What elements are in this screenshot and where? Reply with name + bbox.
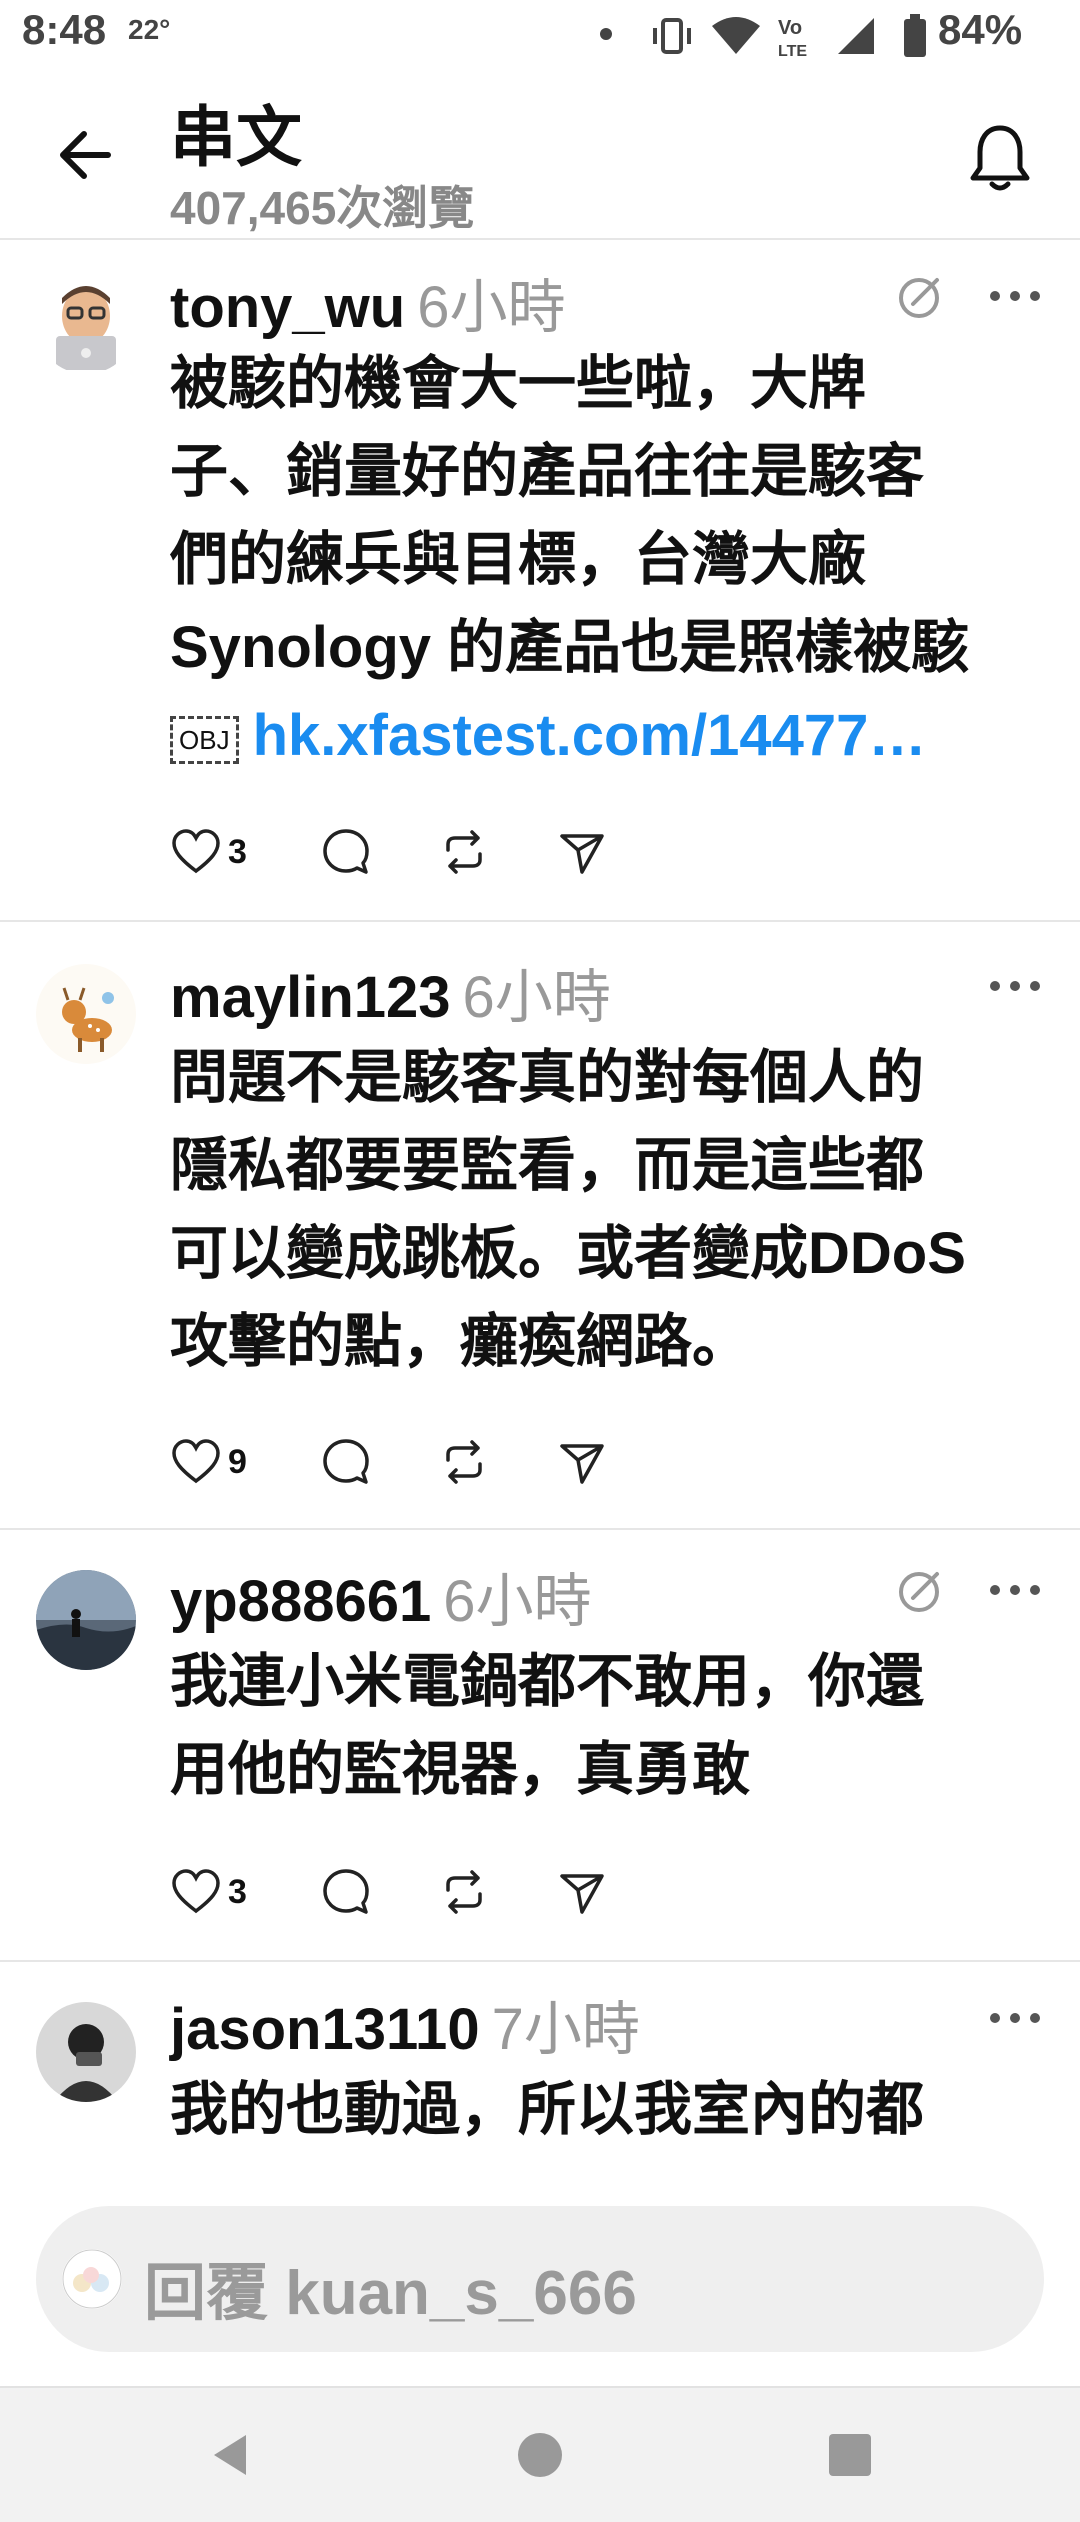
post-content: 被駭的機會大一些啦，大牌 子、銷量好的產品往往是駭客 們的練兵與目標，台灣大廠 … [170, 340, 1040, 780]
more-options-icon[interactable] [985, 966, 1045, 1006]
content-line: 我連小米電鍋都不敢用，你還 [170, 1649, 925, 1714]
battery-percent: 84% [938, 6, 1023, 53]
content-line: 隱私都要要監看，而是這些都 [170, 1133, 925, 1198]
post-actions: 9 [170, 1432, 770, 1492]
post-time: 7小時 [491, 1997, 640, 2062]
heart-icon[interactable] [170, 1866, 222, 1918]
heart-icon[interactable] [170, 826, 222, 878]
like-count: 9 [228, 1442, 247, 1481]
post-actions: 3 [170, 822, 770, 882]
view-count: 407,465次瀏覽 [170, 182, 475, 234]
comment-icon[interactable] [320, 826, 372, 878]
post-time: 6小時 [417, 275, 566, 340]
repost-button[interactable] [438, 822, 490, 882]
content-line: 們的練兵與目標，台灣大廠 [170, 527, 867, 592]
content-line: 用他的監視器，真勇敢 [170, 1737, 751, 1802]
more-options-icon[interactable] [985, 1998, 1045, 2038]
post-link[interactable]: hk.xfastest.com/14477… [253, 703, 927, 768]
nav-recents-icon[interactable] [815, 2420, 885, 2490]
edit-history-icon[interactable] [895, 1564, 947, 1616]
object-placeholder-icon: OBJ [170, 715, 239, 764]
repost-icon[interactable] [438, 826, 490, 878]
repost-icon[interactable] [438, 1866, 490, 1918]
deer-avatar[interactable] [36, 964, 136, 1064]
repost-icon[interactable] [438, 1436, 490, 1488]
send-icon[interactable] [556, 826, 608, 878]
comment-button[interactable] [320, 1432, 372, 1492]
username-text[interactable]: jason13110 [170, 1997, 480, 2062]
share-button[interactable] [556, 1862, 608, 1922]
comment-button[interactable] [320, 822, 372, 882]
like-button[interactable]: 9 [170, 1432, 247, 1492]
comment-icon[interactable] [320, 1866, 372, 1918]
post-item: maylin123 6小時 問題不是駭客真的對每個人的 隱私都要要監看，而是這些都… [0, 920, 1080, 1530]
reply-placeholder[interactable]: 回覆 kuan_s_666 [144, 2242, 637, 2332]
notification-dot-icon [600, 28, 612, 40]
post-item: jason13110 7小時 我的也動過，所以我室內的都 [0, 1960, 1080, 2180]
content-line: 子、銷量好的產品往往是駭客 [170, 439, 925, 504]
content-line: 我的也動過，所以我室內的都 [170, 2077, 925, 2142]
post-time: 6小時 [462, 965, 611, 1030]
heart-icon[interactable] [170, 1436, 222, 1488]
silhouette-landscape-avatar[interactable] [36, 1570, 136, 1670]
laptop-memoji-avatar[interactable] [36, 274, 136, 374]
vibrate-icon [653, 18, 691, 54]
comment-button[interactable] [320, 1862, 372, 1922]
content-line: 攻擊的點，癱瘓網路。 [170, 1309, 751, 1374]
content-line: 可以變成跳板。或者變成DDoS [170, 1221, 966, 1286]
user-avatar [62, 2249, 122, 2309]
post-content: 我連小米電鍋都不敢用，你還 用他的監視器，真勇敢 [170, 1638, 1040, 1814]
back-arrow-icon[interactable] [50, 120, 120, 190]
bell-icon[interactable] [960, 118, 1040, 198]
like-button[interactable]: 3 [170, 822, 247, 882]
post-content: 我的也動過，所以我室內的都 [170, 2066, 1040, 2154]
post-item: tony_wu 6小時 被駭的機會大一些啦，大牌 子、銷量好的產品往往是駭客 們的… [0, 240, 1080, 922]
share-button[interactable] [556, 822, 608, 882]
photo-avatar[interactable] [36, 2002, 136, 2102]
post-username[interactable]: maylin123 6小時 [170, 950, 611, 1034]
svg-text:Vo: Vo [778, 17, 802, 39]
send-icon[interactable] [556, 1436, 608, 1488]
post-content: 問題不是駭客真的對每個人的 隱私都要要監看，而是這些都 可以變成跳板。或者變成D… [170, 1034, 1040, 1386]
post-username[interactable]: jason13110 7小時 [170, 1982, 640, 2066]
reply-input[interactable]: 回覆 kuan_s_666 [36, 2206, 1044, 2352]
nav-back-icon[interactable] [196, 2420, 266, 2490]
like-count: 3 [228, 1872, 247, 1911]
status-temperature: 22° [128, 14, 171, 45]
repost-button[interactable] [438, 1862, 490, 1922]
signal-icon [838, 18, 874, 54]
svg-text:LTE: LTE [778, 43, 807, 60]
post-username[interactable]: yp888661 6小時 [170, 1554, 592, 1638]
content-line: Synology 的產品也是照樣被駭 [170, 615, 970, 680]
battery-icon [904, 14, 926, 57]
more-options-icon[interactable] [985, 1570, 1045, 1610]
comment-icon[interactable] [320, 1436, 372, 1488]
thread-header: 串文 407,465次瀏覽 [0, 70, 1080, 240]
more-options-icon[interactable] [985, 276, 1045, 316]
like-button[interactable]: 3 [170, 1862, 247, 1922]
content-line: 被駭的機會大一些啦，大牌 [170, 351, 867, 416]
post-time: 6小時 [443, 1569, 592, 1634]
volte-icon: Vo LTE [778, 17, 807, 60]
status-time: 8:48 [22, 6, 107, 53]
wifi-icon [712, 17, 760, 54]
edit-history-icon[interactable] [895, 270, 947, 322]
username-text[interactable]: tony_wu [170, 275, 405, 340]
send-icon[interactable] [556, 1866, 608, 1918]
page-title: 串文 [170, 100, 302, 174]
username-text[interactable]: maylin123 [170, 965, 451, 1030]
share-button[interactable] [556, 1432, 608, 1492]
link-line: OBJ hk.xfastest.com/14477… [170, 692, 1040, 780]
like-count: 3 [228, 832, 247, 871]
status-bar: 8:48 22° Vo LTE 84% [0, 0, 1080, 70]
post-username[interactable]: tony_wu 6小時 [170, 260, 566, 344]
repost-button[interactable] [438, 1432, 490, 1492]
post-item: yp888661 6小時 我連小米電鍋都不敢用，你還 用他的監視器，真勇敢 3 [0, 1528, 1080, 1962]
content-line: 問題不是駭客真的對每個人的 [170, 1045, 925, 1110]
username-text[interactable]: yp888661 [170, 1569, 431, 1634]
system-nav-bar [0, 2386, 1080, 2522]
nav-home-icon[interactable] [505, 2420, 575, 2490]
post-actions: 3 [170, 1862, 770, 1922]
